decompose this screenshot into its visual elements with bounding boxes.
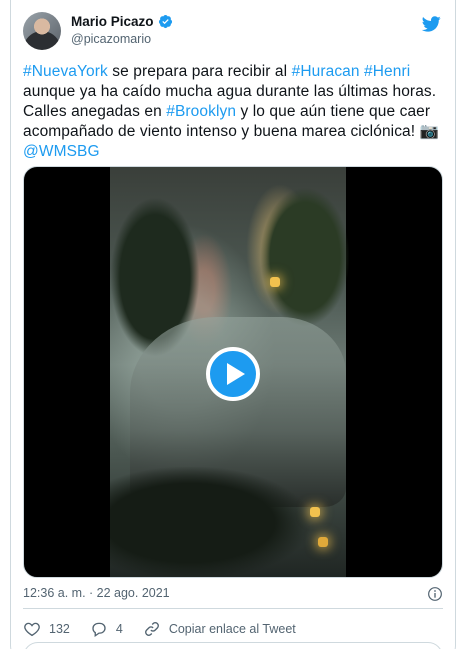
info-icon[interactable]	[427, 586, 443, 602]
copy-link-label: Copiar enlace al Tweet	[168, 622, 296, 636]
verified-badge-icon	[158, 14, 172, 29]
hashtag-link[interactable]: #Henri	[364, 63, 410, 80]
heart-icon	[24, 622, 40, 637]
tweet-meta: 12:36 a. m. · 22 ago. 2021	[23, 586, 443, 604]
hashtag-link[interactable]: #Brooklyn	[166, 103, 236, 120]
link-icon	[144, 622, 159, 636]
bottom-button[interactable]	[23, 642, 443, 649]
author-block[interactable]: Mario Picazo @picazomario	[71, 14, 173, 46]
play-icon	[226, 363, 245, 385]
reply-count: 4	[115, 622, 123, 636]
tweet-text-part: se prepara para recibir al	[107, 63, 292, 80]
author-name[interactable]: Mario Picazo	[71, 14, 154, 29]
tweet-card: Mario Picazo @picazomario #NuevaYork se …	[10, 0, 456, 649]
tweet-header: Mario Picazo @picazomario	[23, 12, 443, 52]
tweet-timestamp[interactable]: 12:36 a. m. · 22 ago. 2021	[23, 586, 170, 600]
author-handle[interactable]: @picazomario	[71, 32, 173, 46]
reply-icon	[92, 622, 106, 638]
tweet-actions: 132 4 Copiar enlace al Tweet	[23, 620, 316, 638]
tweet-text: #NuevaYork se prepara para recibir al #H…	[23, 62, 443, 162]
hashtag-link[interactable]: #Huracan	[292, 63, 360, 80]
play-button[interactable]	[206, 347, 260, 401]
mention-link[interactable]: @WMSBG	[23, 143, 100, 160]
copy-link-button[interactable]: Copiar enlace al Tweet	[143, 620, 296, 638]
avatar[interactable]	[23, 12, 61, 50]
divider	[23, 608, 443, 609]
like-count: 132	[49, 622, 70, 636]
camera-emoji: 📷	[419, 123, 439, 140]
hashtag-link[interactable]: #NuevaYork	[23, 63, 108, 80]
like-button[interactable]: 132	[23, 620, 70, 638]
twitter-bird-icon[interactable]	[421, 14, 441, 34]
reply-button[interactable]: 4	[90, 620, 123, 638]
video-player[interactable]	[23, 166, 443, 578]
